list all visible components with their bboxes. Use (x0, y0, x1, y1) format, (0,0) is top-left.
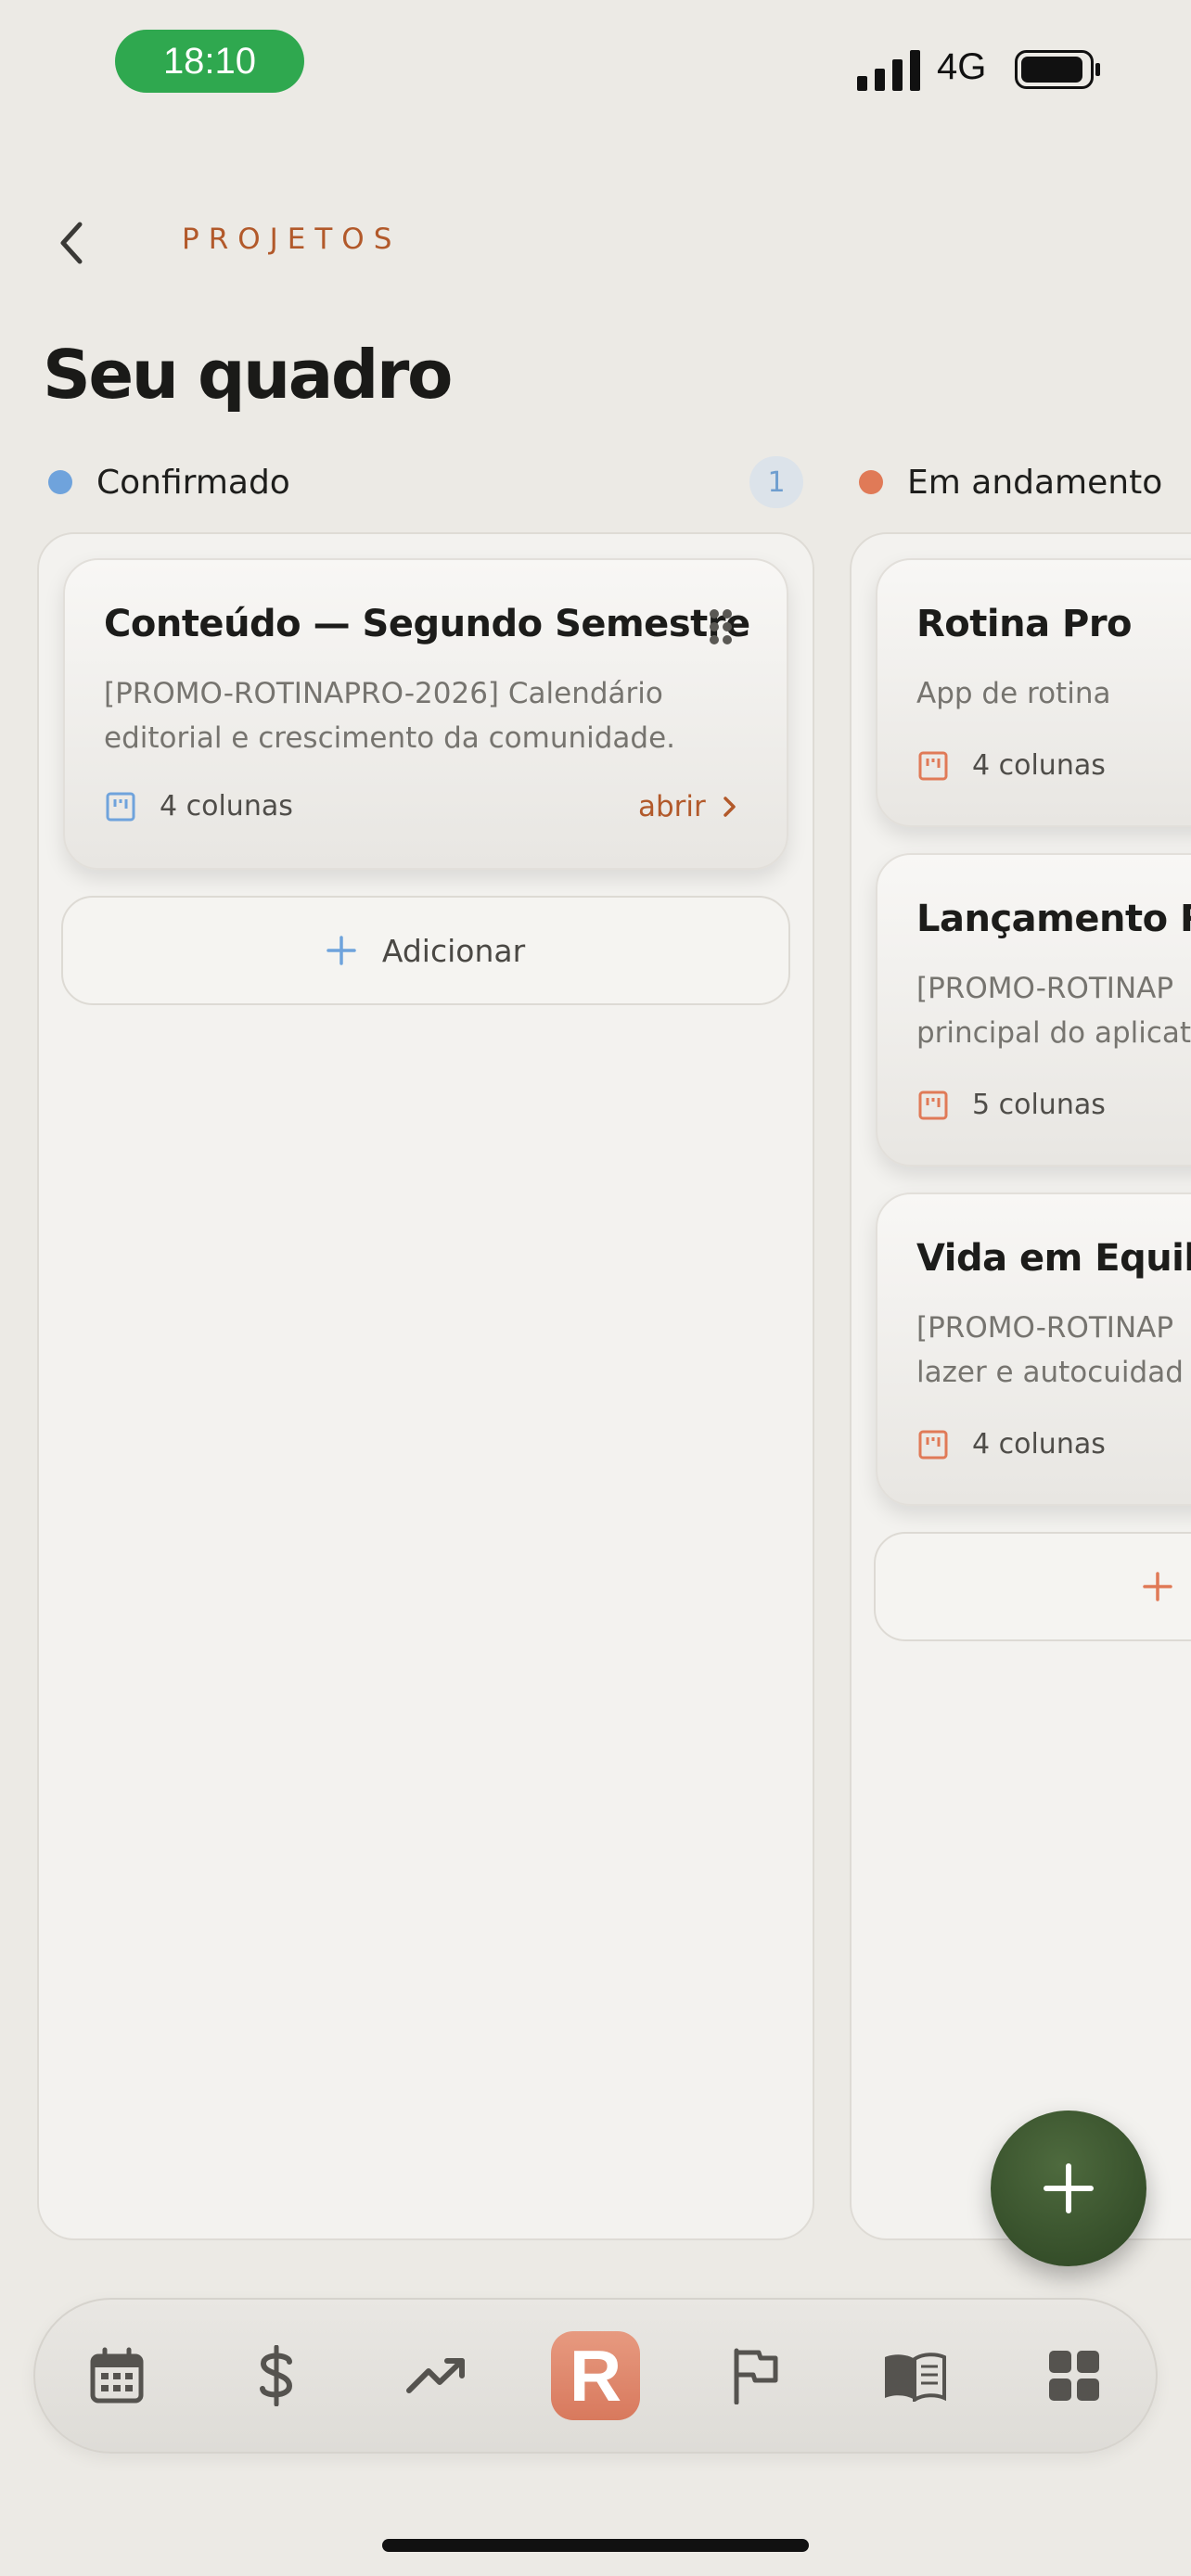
card-description: lazer e autocuidad (916, 1356, 1184, 1389)
card-meta: 5 colunas (918, 1089, 1106, 1121)
tab-bar: R (33, 2298, 1158, 2454)
plus-icon (1044, 2163, 1094, 2213)
status-dot (48, 470, 72, 494)
card-meta: 4 colunas (918, 1428, 1106, 1460)
status-time: 18:10 (115, 30, 304, 93)
card-title: Vida em Equilíb (916, 1237, 1191, 1280)
flag-icon (734, 2348, 778, 2404)
project-card[interactable]: Vida em Equilíb [PROMO-ROTINAP lazer e a… (876, 1192, 1191, 1506)
drag-handle-icon[interactable] (709, 608, 733, 645)
project-card[interactable]: Rotina Pro App de rotina 4 colunas (876, 558, 1191, 827)
tab-finance[interactable] (230, 2329, 323, 2422)
count-badge: 1 (749, 456, 803, 508)
plus-icon (327, 936, 356, 965)
open-link[interactable]: abrir (638, 790, 737, 823)
card-description: [PROMO-ROTINAPRO-2026] Calendário (104, 677, 663, 710)
status-dot (859, 470, 883, 494)
chevron-right-icon (724, 797, 736, 817)
tab-progress[interactable] (390, 2329, 482, 2422)
calendar-icon (90, 2347, 144, 2404)
app-logo-letter: R (569, 2334, 622, 2417)
home-indicator (382, 2539, 809, 2552)
board-icon (106, 792, 135, 821)
open-label: abrir (638, 790, 706, 823)
card-description: [PROMO-ROTINAP (916, 1311, 1174, 1345)
add-card-button[interactable]: Adicionar (61, 896, 790, 1005)
card-description: App de rotina (916, 677, 1111, 710)
card-meta: 4 colunas (106, 790, 293, 823)
app-logo-tab[interactable]: R (551, 2331, 640, 2420)
add-card-button[interactable] (874, 1532, 1191, 1641)
grid-icon (1049, 2351, 1099, 2401)
card-title: Lançamento Ro (916, 898, 1191, 940)
columns-count: 4 colunas (160, 790, 293, 823)
section-label: PROJETOS (182, 223, 402, 256)
column-name: Confirmado (96, 463, 290, 502)
card-title: Rotina Pro (916, 603, 1133, 645)
column-header-em-andamento: Em andamento (859, 456, 1162, 508)
tab-journal[interactable] (868, 2329, 961, 2422)
columns-count: 5 colunas (972, 1089, 1106, 1121)
columns-count: 4 colunas (972, 1428, 1106, 1460)
signal-icon (857, 50, 920, 91)
column-name: Em andamento (907, 463, 1163, 502)
tab-more[interactable] (1028, 2329, 1121, 2422)
dollar-icon (260, 2345, 293, 2406)
card-title: Conteúdo — Segundo Semestre (104, 603, 750, 645)
board-icon (918, 1090, 948, 1119)
battery-icon (1015, 50, 1100, 89)
trending-up-icon (406, 2358, 465, 2393)
card-description: editorial e crescimento da comunidade. (104, 721, 676, 755)
tab-goals[interactable] (709, 2329, 801, 2422)
project-card[interactable]: Conteúdo — Segundo Semestre [PROMO-ROTIN… (63, 558, 788, 870)
network-label: 4G (937, 46, 987, 87)
add-label: Adicionar (381, 932, 526, 969)
board-icon (918, 1430, 948, 1459)
project-card[interactable]: Lançamento Ro [PROMO-ROTINAP principal d… (876, 853, 1191, 1167)
tab-calendar[interactable] (70, 2329, 163, 2422)
card-meta: 4 colunas (918, 749, 1106, 782)
page-title: Seu quadro (43, 336, 453, 414)
add-project-fab[interactable] (991, 2111, 1146, 2266)
card-description: principal do aplicat (916, 1016, 1191, 1050)
back-chevron-icon[interactable] (50, 217, 95, 269)
column-header-confirmado: Confirmado (48, 456, 290, 508)
book-icon (885, 2353, 946, 2402)
card-description: [PROMO-ROTINAP (916, 972, 1174, 1005)
columns-count: 4 colunas (972, 749, 1106, 782)
board-icon (918, 751, 948, 780)
plus-icon (1143, 1572, 1172, 1601)
